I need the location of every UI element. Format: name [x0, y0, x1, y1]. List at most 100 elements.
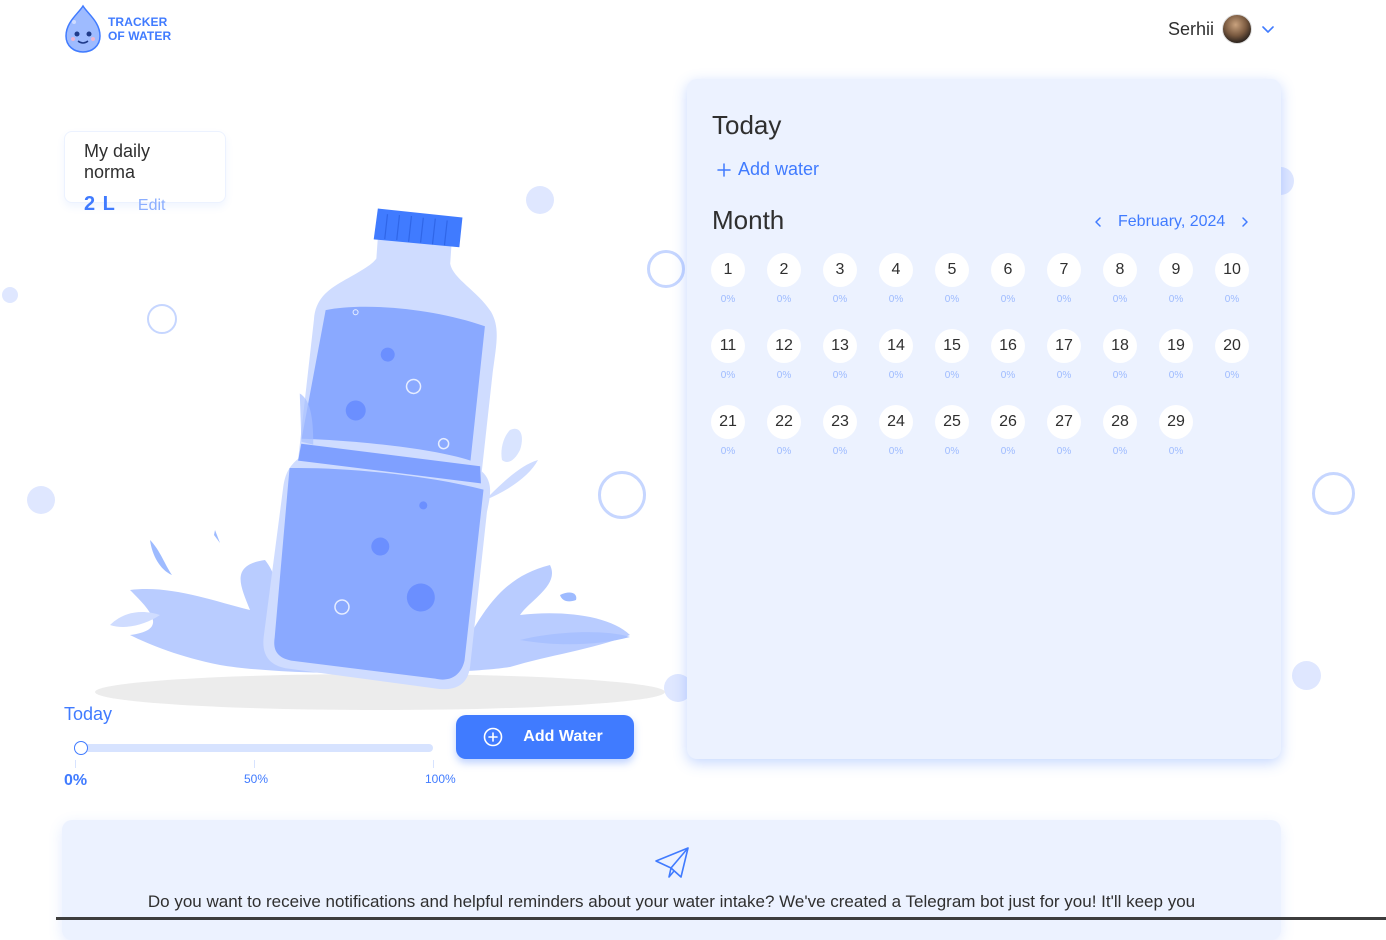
- today-progress-label: Today: [64, 704, 113, 724]
- calendar-day-percent: 0%: [720, 370, 736, 381]
- telegram-promo-text: Do you want to receive notifications and…: [147, 892, 1196, 911]
- bubble-decoration: [27, 486, 55, 514]
- progress-track: [75, 744, 433, 752]
- calendar-day[interactable]: 12: [767, 329, 801, 363]
- calendar-day-percent: 0%: [832, 294, 848, 305]
- calendar-day[interactable]: 26: [991, 405, 1025, 439]
- bubble-decoration: [1292, 661, 1321, 690]
- app-logo[interactable]: TRACKER OF WATER: [62, 4, 182, 54]
- calendar-day[interactable]: 9: [1159, 253, 1193, 287]
- calendar-day-percent: 0%: [944, 370, 960, 381]
- water-bottle-illustration: [95, 208, 665, 710]
- calendar-day[interactable]: 15: [935, 329, 969, 363]
- calendar-day[interactable]: 18: [1103, 329, 1137, 363]
- paper-plane-icon: [655, 847, 689, 878]
- bubble-decoration: [2, 287, 18, 303]
- calendar-day[interactable]: 4: [879, 253, 913, 287]
- calendar-day-percent: 0%: [1112, 294, 1128, 305]
- calendar-day[interactable]: 6: [991, 253, 1025, 287]
- calendar-day-percent: 0%: [1056, 294, 1072, 305]
- plus-icon: [717, 162, 731, 177]
- progress-max-percent: 100%: [425, 772, 456, 786]
- daily-norma-card: My daily norma 2 L Edit: [64, 131, 226, 215]
- calendar-day[interactable]: 19: [1159, 329, 1193, 363]
- calendar-day[interactable]: 3: [823, 253, 857, 287]
- month-title: Month: [712, 205, 785, 235]
- calendar-day[interactable]: 17: [1047, 329, 1081, 363]
- year-label: 2024: [1189, 213, 1226, 230]
- calendar-day[interactable]: 24: [879, 405, 913, 439]
- calendar-day-percent: 0%: [720, 294, 736, 305]
- progress-thumb[interactable]: [74, 741, 88, 755]
- calendar-day-percent: 0%: [1056, 446, 1072, 457]
- calendar-day-percent: 0%: [888, 370, 904, 381]
- calendar-day[interactable]: 23: [823, 405, 857, 439]
- calendar-day-percent: 0%: [888, 294, 904, 305]
- calendar-day-percent: 0%: [888, 446, 904, 457]
- calendar-day[interactable]: 5: [935, 253, 969, 287]
- telegram-card: [62, 820, 1281, 940]
- plus-circle-icon: [483, 727, 503, 747]
- progress-tick: [254, 760, 255, 768]
- user-menu[interactable]: Serhii: [1168, 14, 1276, 44]
- calendar-day-percent: 0%: [776, 446, 792, 457]
- calendar-day[interactable]: 8: [1103, 253, 1137, 287]
- calendar-day-percent: 0%: [832, 446, 848, 457]
- calendar-day-percent: 0%: [832, 370, 848, 381]
- calendar-day[interactable]: 2: [767, 253, 801, 287]
- calendar-day-percent: 0%: [944, 446, 960, 457]
- calendar-day[interactable]: 25: [935, 405, 969, 439]
- add-water-button[interactable]: Add Water: [456, 715, 634, 759]
- chevron-right-icon[interactable]: [1237, 214, 1253, 230]
- today-title: Today: [712, 110, 782, 140]
- calendar-day[interactable]: 16: [991, 329, 1025, 363]
- avatar: [1222, 14, 1253, 44]
- daily-norma-title: My daily norma: [84, 141, 151, 182]
- add-water-link-label: Add water: [738, 159, 820, 179]
- calendar-day[interactable]: 22: [767, 405, 801, 439]
- calendar-day-percent: 0%: [1000, 446, 1016, 457]
- calendar-day-percent: 0%: [1168, 446, 1184, 457]
- progress-mid-percent: 50%: [244, 772, 269, 786]
- calendar-day[interactable]: 1: [711, 253, 745, 287]
- calendar-day[interactable]: 14: [879, 329, 913, 363]
- calendar-day-percent: 0%: [1168, 294, 1184, 305]
- water-drop-mascot-icon: [65, 4, 101, 53]
- calendar-day[interactable]: 13: [823, 329, 857, 363]
- calendar-day[interactable]: 7: [1047, 253, 1081, 287]
- calendar-day-percent: 0%: [1168, 370, 1184, 381]
- add-water-link[interactable]: Add water: [716, 159, 819, 180]
- calendar-day[interactable]: 11: [711, 329, 745, 363]
- chevron-left-icon[interactable]: [1090, 214, 1106, 230]
- chevron-down-icon[interactable]: [1260, 21, 1276, 37]
- month-label: February,: [1118, 213, 1186, 230]
- progress-tick: [75, 760, 76, 768]
- calendar-day-percent: 0%: [1224, 370, 1240, 381]
- calendar-day-percent: 0%: [1224, 294, 1240, 305]
- calendar-day-percent: 0%: [776, 294, 792, 305]
- add-water-button-label: Add Water: [523, 728, 603, 745]
- calendar-day-percent: 0%: [776, 370, 792, 381]
- calendar-day-percent: 0%: [1112, 370, 1128, 381]
- calendar-day-percent: 0%: [1000, 294, 1016, 305]
- bubble-ring-decoration: [1312, 472, 1355, 515]
- logo-line-2: OF WATER: [108, 29, 172, 43]
- month-year-label: February, 2024: [1118, 213, 1225, 231]
- calendar-day[interactable]: 21: [711, 405, 745, 439]
- logo-text: TRACKER OF WATER: [108, 15, 171, 43]
- calendar-day[interactable]: 28: [1103, 405, 1137, 439]
- calendar-day-percent: 0%: [720, 446, 736, 457]
- calendar-day-percent: 0%: [1112, 446, 1128, 457]
- logo-line-1: TRACKER: [108, 15, 168, 29]
- calendar-day[interactable]: 10: [1215, 253, 1249, 287]
- calendar-day-percent: 0%: [1000, 370, 1016, 381]
- progress-current-percent: 0%: [64, 772, 88, 789]
- calendar-day[interactable]: 29: [1159, 405, 1193, 439]
- calendar-day-percent: 0%: [944, 294, 960, 305]
- user-name: Serhii: [1168, 18, 1215, 39]
- progress-tick: [433, 760, 434, 768]
- calendar-day-percent: 0%: [1056, 370, 1072, 381]
- calendar-day[interactable]: 20: [1215, 329, 1249, 363]
- month-navigation: February, 2024: [1090, 213, 1253, 231]
- calendar-day[interactable]: 27: [1047, 405, 1081, 439]
